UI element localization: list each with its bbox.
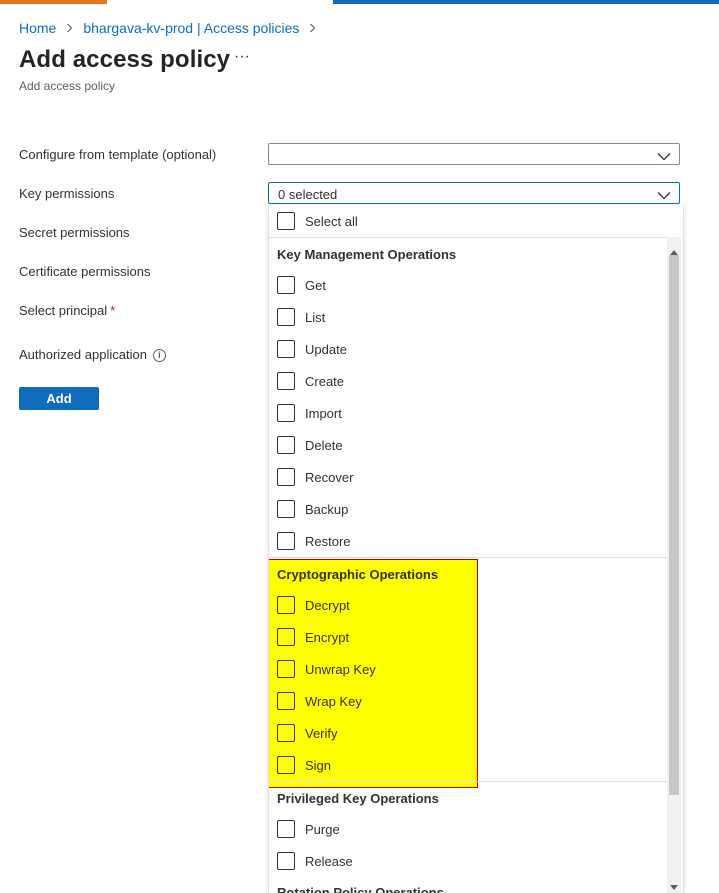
- info-icon[interactable]: i: [152, 349, 166, 363]
- option-label: List: [305, 309, 326, 325]
- option-get[interactable]: Get: [277, 273, 326, 297]
- option-label: Recover: [305, 469, 354, 485]
- scrollbar-thumb[interactable]: [669, 255, 679, 795]
- option-label: Decrypt: [305, 597, 350, 613]
- checkbox[interactable]: [277, 372, 295, 390]
- add-button[interactable]: Add: [19, 387, 99, 410]
- checkbox[interactable]: [277, 276, 295, 294]
- template-label: Configure from template (optional): [19, 147, 217, 162]
- group-divider: [269, 781, 667, 782]
- option-backup[interactable]: Backup: [277, 497, 348, 521]
- checkbox[interactable]: [277, 820, 295, 838]
- dropdown-panel-content: Select all Key Management Operations Get…: [269, 205, 667, 893]
- select-all-checkbox[interactable]: [277, 212, 295, 230]
- select-all-row: Select all: [269, 205, 667, 238]
- option-label: Update: [305, 341, 347, 357]
- chevron-down-icon: [657, 188, 671, 203]
- breadcrumb-home[interactable]: Home: [19, 20, 56, 36]
- group-header-cryptographic: Cryptographic Operations: [277, 567, 439, 582]
- option-label: Verify: [305, 725, 338, 741]
- option-label: Import: [305, 405, 342, 421]
- option-delete[interactable]: Delete: [277, 433, 343, 457]
- option-decrypt[interactable]: Decrypt: [277, 593, 350, 617]
- chevron-right-icon: [66, 23, 73, 33]
- checkbox[interactable]: [277, 756, 295, 774]
- key-permissions-dropdown-panel: Select all Key Management Operations Get…: [268, 205, 684, 893]
- template-dropdown[interactable]: [268, 143, 680, 165]
- option-label: Delete: [305, 437, 343, 453]
- page-subtitle: Add access policy: [19, 79, 116, 93]
- key-permissions-dropdown[interactable]: 0 selected: [268, 182, 680, 204]
- certificate-permissions-label: Certificate permissions: [19, 264, 151, 279]
- option-update[interactable]: Update: [277, 337, 347, 361]
- chevron-right-icon: [309, 23, 316, 33]
- top-bar-blue-segment: [333, 0, 719, 4]
- option-label: Wrap Key: [305, 693, 362, 709]
- checkbox[interactable]: [277, 596, 295, 614]
- option-label: Get: [305, 277, 326, 293]
- checkbox[interactable]: [277, 436, 295, 454]
- authorized-application-text: Authorized application: [19, 347, 147, 362]
- option-unwrap-key[interactable]: Unwrap Key: [277, 657, 376, 681]
- page-title: Add access policy: [19, 46, 231, 73]
- portal-top-bar: [0, 0, 719, 4]
- group-divider: [269, 557, 667, 558]
- select-principal-text: Select principal: [19, 303, 108, 318]
- dropdown-scrollbar[interactable]: [667, 237, 681, 893]
- checkbox[interactable]: [277, 628, 295, 646]
- option-label: Purge: [305, 821, 340, 837]
- option-create[interactable]: Create: [277, 369, 344, 393]
- option-label: Create: [305, 373, 345, 389]
- option-label: Backup: [305, 501, 349, 517]
- key-permissions-label: Key permissions: [19, 186, 115, 201]
- group-header-privileged: Privileged Key Operations: [277, 791, 439, 806]
- option-verify[interactable]: Verify: [277, 721, 338, 745]
- checkbox[interactable]: [277, 468, 295, 486]
- option-label: Unwrap Key: [305, 661, 376, 677]
- option-release[interactable]: Release: [277, 849, 353, 873]
- checkbox[interactable]: [277, 852, 295, 870]
- checkbox[interactable]: [277, 340, 295, 358]
- option-encrypt[interactable]: Encrypt: [277, 625, 349, 649]
- checkbox[interactable]: [277, 692, 295, 710]
- select-all-label: Select all: [305, 213, 358, 229]
- group-header-rotation-policy: Rotation Policy Operations: [277, 885, 444, 893]
- option-purge[interactable]: Purge: [277, 817, 340, 841]
- checkbox[interactable]: [277, 724, 295, 742]
- group-header-key-management: Key Management Operations: [277, 247, 457, 262]
- key-permissions-value: 0 selected: [278, 187, 338, 202]
- required-asterisk: *: [110, 303, 116, 318]
- checkbox[interactable]: [277, 404, 295, 422]
- option-label: Restore: [305, 533, 351, 549]
- more-options-icon[interactable]: ···: [234, 49, 250, 65]
- chevron-down-icon: [657, 149, 671, 164]
- checkbox[interactable]: [277, 500, 295, 518]
- option-import[interactable]: Import: [277, 401, 342, 425]
- select-all-option[interactable]: Select all: [277, 209, 358, 233]
- checkbox[interactable]: [277, 660, 295, 678]
- checkbox[interactable]: [277, 308, 295, 326]
- option-label: Sign: [305, 757, 332, 773]
- authorized-application-label: Authorized application i: [19, 347, 166, 363]
- breadcrumb: Home bhargava-kv-prod | Access policies: [19, 20, 326, 36]
- checkbox[interactable]: [277, 532, 295, 550]
- option-wrap-key[interactable]: Wrap Key: [277, 689, 362, 713]
- secret-permissions-label: Secret permissions: [19, 225, 130, 240]
- select-principal-label: Select principal *: [19, 303, 115, 318]
- option-label: Release: [305, 853, 353, 869]
- option-list[interactable]: List: [277, 305, 325, 329]
- scroll-down-arrow-icon[interactable]: [670, 878, 678, 893]
- top-bar-orange-segment: [0, 0, 107, 4]
- option-sign[interactable]: Sign: [277, 753, 331, 777]
- breadcrumb-access-policies[interactable]: bhargava-kv-prod | Access policies: [83, 20, 299, 36]
- option-recover[interactable]: Recover: [277, 465, 353, 489]
- option-label: Encrypt: [305, 629, 350, 645]
- option-restore[interactable]: Restore: [277, 529, 351, 553]
